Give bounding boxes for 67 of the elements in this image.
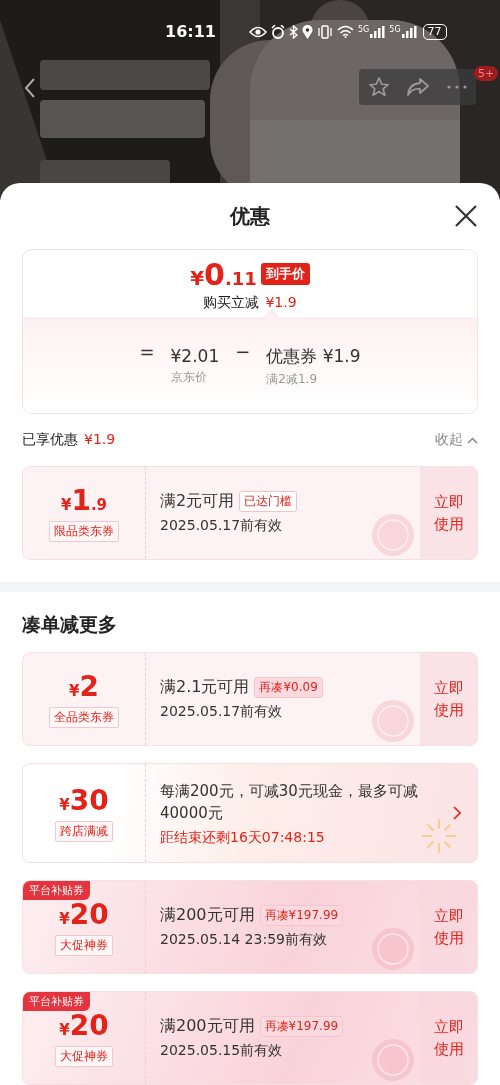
use-now-button[interactable]: 立即使用	[420, 653, 477, 745]
threshold-tag: 再凑¥0.09	[254, 677, 323, 698]
section-title: 凑单减更多	[22, 612, 118, 637]
alarm-icon	[271, 24, 285, 39]
more-icon[interactable]	[447, 85, 468, 89]
coupon-condition: 满2元可用	[160, 491, 235, 512]
coupon-amount: ¥20	[59, 898, 109, 931]
eye-icon	[249, 25, 267, 38]
jd-price-label: 京东价	[170, 369, 208, 386]
signal-icon	[370, 25, 386, 38]
back-icon[interactable]	[24, 78, 36, 98]
threshold-tag: 再凑¥197.99	[259, 1016, 344, 1037]
use-now-button[interactable]: 立即使用	[420, 467, 477, 559]
equals-sign: =	[139, 341, 155, 362]
signal-icon	[401, 25, 417, 38]
coupon-condition: 满200元可用	[160, 905, 255, 926]
threshold-tag: 再凑¥197.99	[259, 905, 344, 926]
final-price: ¥0.11	[190, 256, 257, 292]
coupon-amount: ¥30	[59, 784, 109, 817]
price-tag: 到手价	[260, 263, 310, 285]
network-label: 5G	[358, 25, 370, 34]
validity-text: 2025.05.15前有效	[160, 1042, 284, 1060]
clock: 16:11	[165, 22, 217, 41]
coupon-amount: ¥1.9	[60, 484, 108, 517]
close-icon	[454, 204, 478, 228]
bluetooth-icon	[289, 24, 298, 39]
share-icon[interactable]	[407, 77, 430, 97]
discount-label: 购买立减	[203, 293, 260, 312]
star-icon[interactable]	[367, 76, 390, 98]
wifi-icon	[337, 25, 354, 38]
coupon-amount: ¥2	[69, 670, 99, 703]
collapse-toggle[interactable]: 收起	[435, 431, 478, 449]
location-icon	[302, 24, 313, 39]
use-now-button[interactable]: 立即使用	[420, 992, 477, 1084]
coupon-type-tag: 大促神券	[55, 935, 113, 956]
vibrate-icon	[317, 24, 333, 39]
promo-card[interactable]: ¥30 跨店满减 每满200元，可减30元现金，最多可减40000元 距结束还剩16天07:48:15	[22, 763, 478, 863]
jd-price: ¥2.01	[170, 346, 220, 366]
coupon-condition: 满2.1元可用	[160, 677, 250, 698]
promo-description: 每满200元，可减30元现金，最多可减40000元	[160, 780, 419, 824]
coupon-rule: 满2减1.9	[266, 370, 318, 388]
chevron-icon	[467, 436, 478, 444]
enjoyed-label: 已享优惠	[22, 431, 78, 449]
coupon-type-tag: 全品类东券	[49, 707, 119, 728]
validity-text: 2025.05.17前有效	[160, 517, 284, 535]
close-button[interactable]	[454, 204, 478, 228]
network-label: 5G	[389, 25, 401, 34]
sparkle-drawing	[419, 816, 459, 856]
coupon-condition: 满200元可用	[160, 1016, 255, 1037]
use-now-button[interactable]: 立即使用	[420, 881, 477, 973]
sheet-title: 优惠	[230, 202, 270, 230]
battery-level: 77	[422, 23, 447, 40]
coupon-type-tag: 大促神券	[55, 1046, 113, 1067]
validity-text: 2025.05.14 23:59前有效	[160, 931, 328, 949]
minus-sign: −	[235, 341, 251, 362]
coupon-type-tag: 跨店满减	[55, 821, 113, 842]
enjoyed-amount: ¥1.9	[84, 431, 116, 449]
countdown-text: 距结束还剩16天07:48:15	[160, 828, 326, 847]
threshold-tag: 已达门槛	[239, 491, 298, 512]
coupon-type-tag: 限品类东券	[49, 521, 119, 542]
chevron-right-icon	[453, 806, 461, 820]
ribbon-label: 平台补贴券	[23, 881, 90, 900]
ribbon-label: 平台补贴券	[23, 992, 90, 1011]
coupon-discount: 优惠券 ¥1.9	[266, 344, 361, 368]
validity-text: 2025.05.17前有效	[160, 703, 284, 721]
discount-amount: ¥1.9	[265, 293, 297, 312]
coupon-amount: ¥20	[59, 1009, 109, 1042]
